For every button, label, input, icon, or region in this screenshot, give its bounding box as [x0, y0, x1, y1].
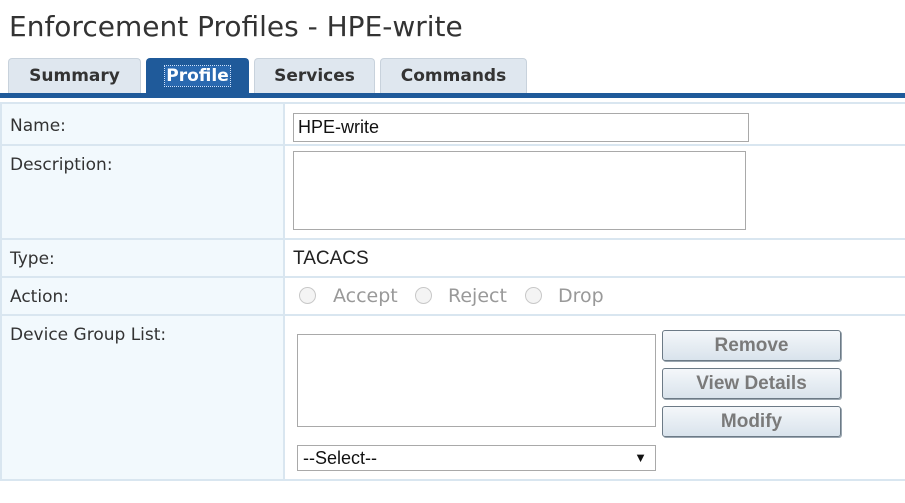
- device-group-select[interactable]: --Select-- ▼: [297, 445, 656, 471]
- dropdown-arrow-icon: ▼: [634, 450, 647, 465]
- description-label: Description:: [10, 155, 113, 175]
- name-field[interactable]: HPE-write: [293, 113, 749, 142]
- device-group-list-row: Device Group List: Remove View Details M…: [0, 316, 905, 481]
- accept-radio[interactable]: [299, 287, 316, 304]
- action-row: Action: Accept Reject Drop: [0, 278, 905, 316]
- view-details-button[interactable]: View Details: [662, 368, 841, 399]
- description-row: Description:: [0, 146, 905, 240]
- tab-commands[interactable]: Commands: [380, 58, 527, 94]
- reject-radio-label: Reject: [448, 285, 507, 307]
- tab-underline: [0, 93, 905, 98]
- tab-services[interactable]: Services: [254, 58, 375, 94]
- page-title: Enforcement Profiles - HPE-write: [9, 10, 463, 43]
- device-group-list-label: Device Group List:: [10, 325, 167, 345]
- accept-radio-label: Accept: [333, 285, 398, 307]
- drop-radio[interactable]: [525, 287, 542, 304]
- reject-radio[interactable]: [415, 287, 432, 304]
- type-row: Type: TACACS: [0, 240, 905, 278]
- name-row: Name: HPE-write: [0, 102, 905, 146]
- action-radio-group: Accept Reject Drop: [299, 285, 629, 311]
- device-group-select-value: --Select--: [303, 448, 378, 468]
- modify-button[interactable]: Modify: [662, 406, 841, 437]
- tab-profile[interactable]: Profile: [146, 58, 249, 94]
- type-value: TACACS: [293, 248, 369, 269]
- drop-radio-label: Drop: [558, 285, 604, 307]
- tab-commands-label: Commands: [400, 66, 507, 86]
- remove-button[interactable]: Remove: [662, 330, 841, 361]
- tab-profile-label: Profile: [164, 65, 231, 87]
- tab-summary-label: Summary: [29, 66, 120, 86]
- device-group-listbox[interactable]: [297, 334, 656, 427]
- tab-summary[interactable]: Summary: [8, 58, 141, 94]
- name-label: Name:: [10, 116, 66, 136]
- action-label: Action:: [10, 287, 69, 307]
- tab-services-label: Services: [274, 66, 355, 86]
- description-field[interactable]: [293, 151, 746, 230]
- type-label: Type:: [10, 249, 55, 269]
